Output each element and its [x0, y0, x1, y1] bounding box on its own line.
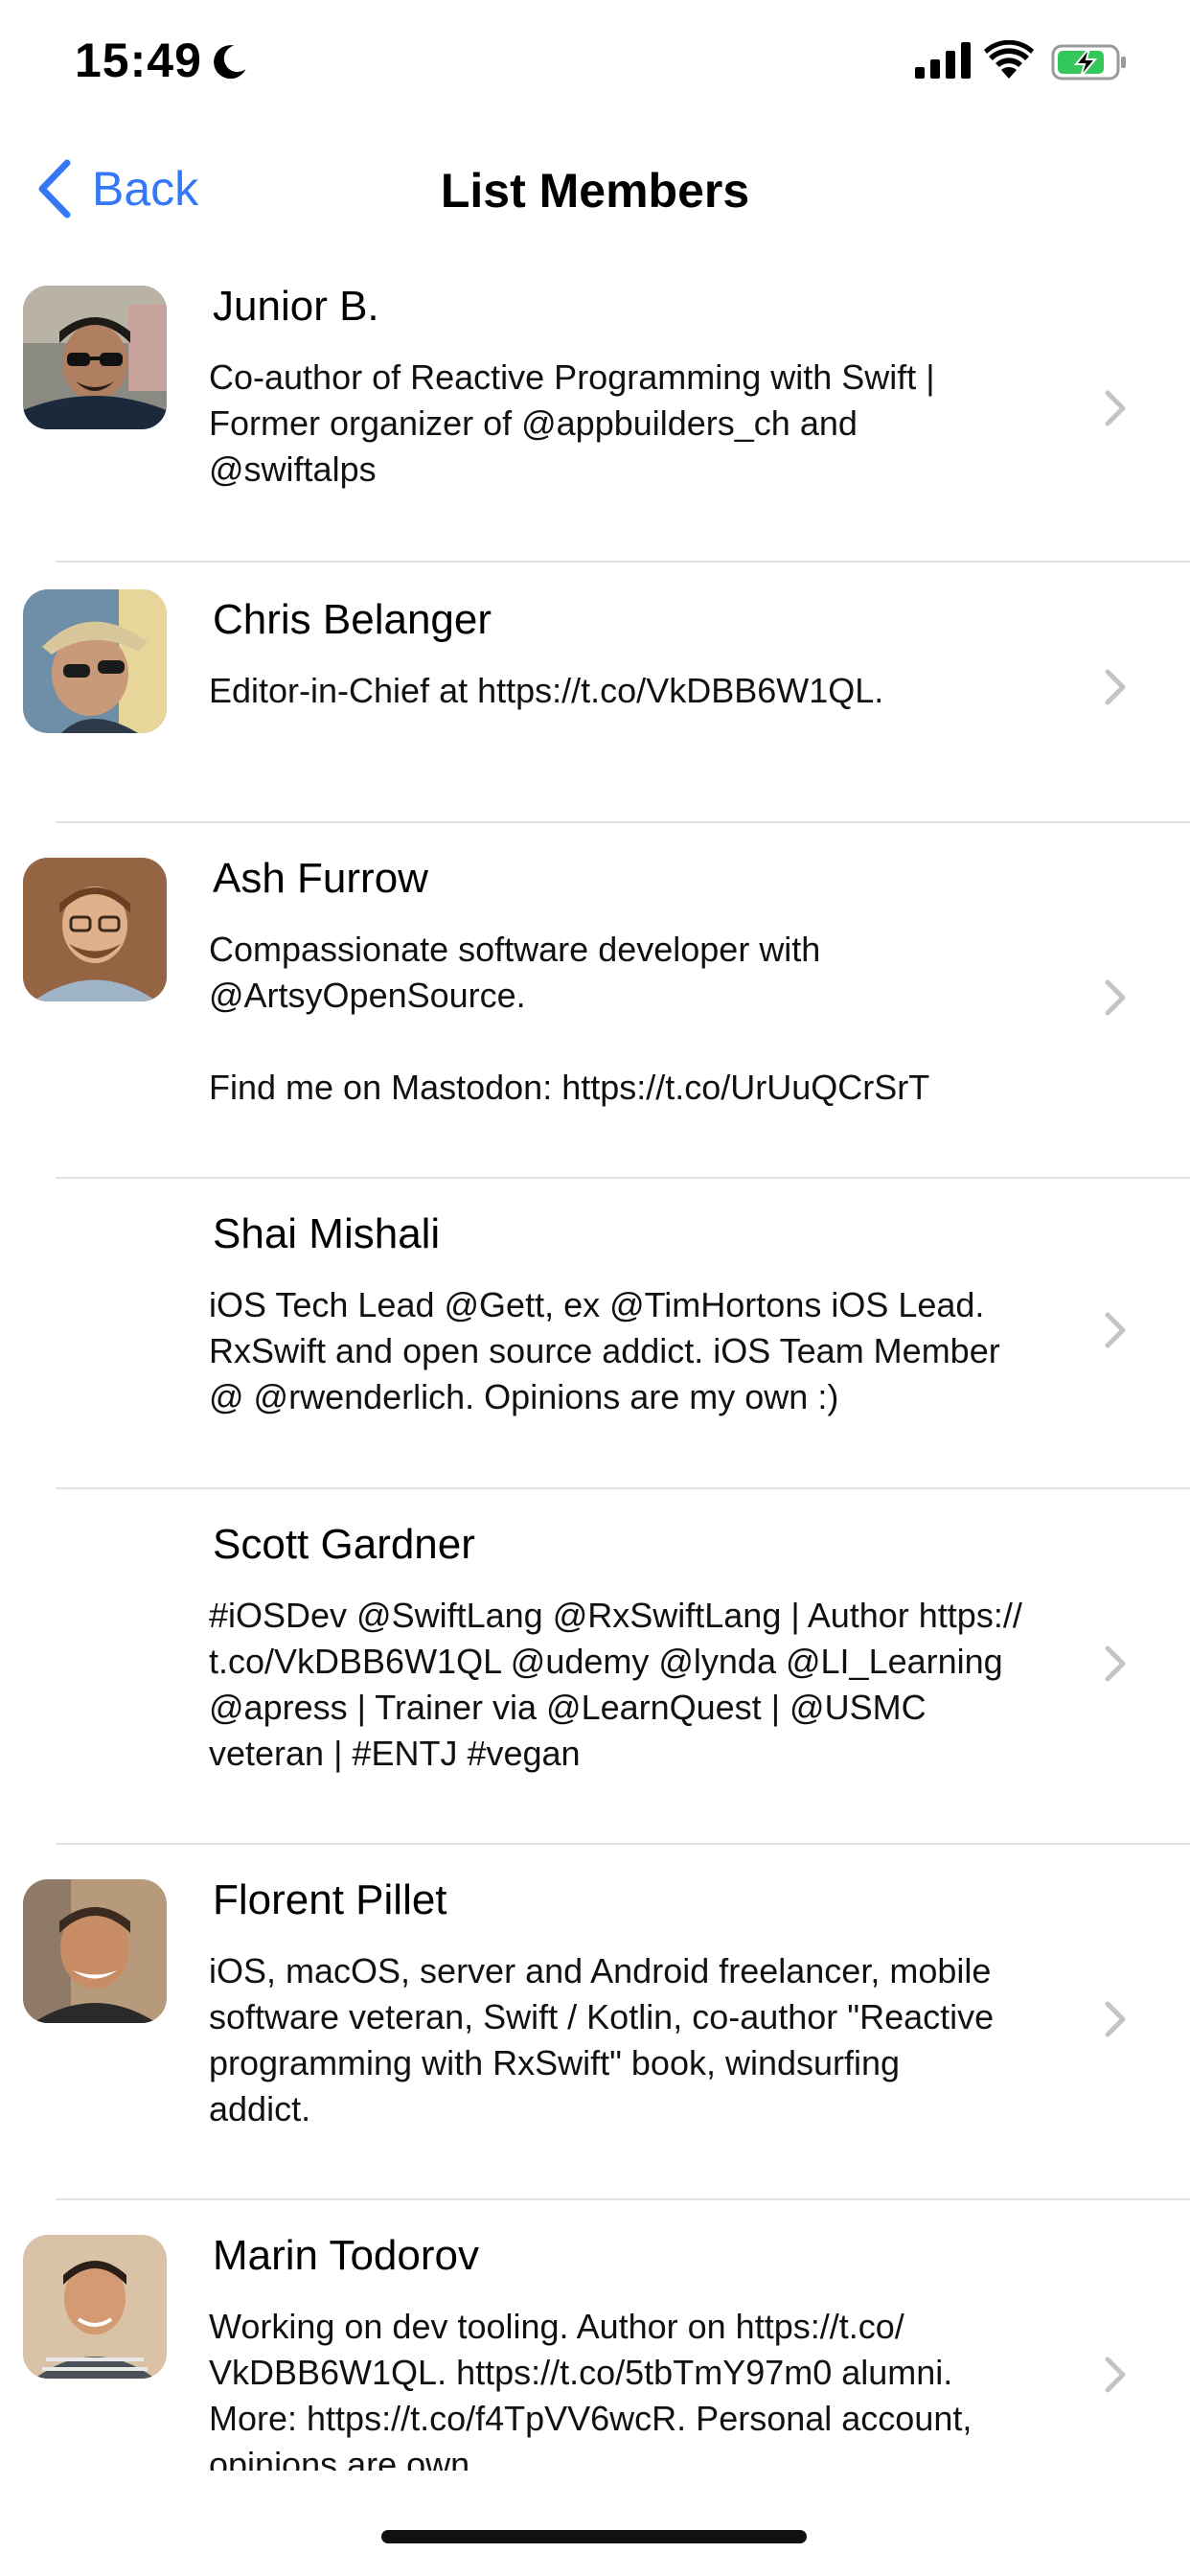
avatar: [23, 2235, 167, 2379]
battery-charging-icon: [1051, 44, 1126, 80]
member-row[interactable]: Junior B. Co-author of Reactive Programm…: [0, 280, 1190, 563]
cellular-signal-icon: [915, 42, 971, 79]
member-bio: Editor-in-Chief at https://t.co/VkDBB6W1…: [209, 671, 884, 710]
chevron-right-icon: [1105, 2001, 1126, 2037]
member-name: Ash Furrow: [213, 855, 428, 902]
member-row[interactable]: Florent Pillet iOS, macOS, server and An…: [0, 1845, 1190, 2200]
member-row[interactable]: Chris Belanger Editor-in-Chief at https:…: [0, 563, 1190, 823]
members-list[interactable]: Junior B. Co-author of Reactive Programm…: [0, 280, 1190, 2556]
avatar: [23, 589, 167, 733]
wifi-icon: [984, 40, 1034, 79]
member-bio: iOS Tech Lead @Gett, ex @TimHortons iOS …: [209, 1285, 1000, 1416]
member-row[interactable]: Scott Gardner #iOSDev @SwiftLang @RxSwif…: [0, 1489, 1190, 1845]
status-bar: 15:49: [0, 0, 1190, 125]
member-bio: iOS, macOS, server and Android freelance…: [209, 1951, 995, 2128]
member-name: Marin Todorov: [213, 2232, 479, 2279]
member-row[interactable]: Shai Mishali iOS Tech Lead @Gett, ex @Ti…: [0, 1179, 1190, 1489]
member-name: Shai Mishali: [213, 1210, 441, 1257]
moon-icon: [214, 45, 246, 80]
member-name: Junior B.: [213, 283, 379, 330]
member-name: Chris Belanger: [213, 596, 492, 643]
status-time: 15:49: [75, 34, 202, 87]
chevron-right-icon: [1105, 2357, 1126, 2393]
member-name: Florent Pillet: [213, 1876, 447, 1923]
member-bio: #iOSDev @SwiftLang @RxSwiftLang | Author…: [209, 1596, 1022, 1773]
navigation-bar: Back List Members: [0, 144, 1190, 240]
member-bio: Compassionate software developer with @A…: [209, 930, 930, 1107]
chevron-right-icon: [1105, 390, 1126, 426]
chevron-right-icon: [1105, 979, 1126, 1016]
chevron-right-icon: [1105, 1312, 1126, 1348]
member-bio: Working on dev tooling. Author on https:…: [209, 2307, 973, 2484]
page-title: List Members: [440, 164, 750, 218]
home-indicator[interactable]: [381, 2530, 807, 2543]
member-bio: Co-author of Reactive Programming with S…: [209, 357, 935, 489]
bottom-safe-area: [0, 2471, 1190, 2576]
avatar: [23, 286, 167, 429]
member-row[interactable]: Ash Furrow Compassionate software develo…: [0, 823, 1190, 1179]
avatar: [23, 1879, 167, 2023]
avatar: [23, 858, 167, 1001]
member-name: Scott Gardner: [213, 1521, 475, 1568]
chevron-right-icon: [1105, 1645, 1126, 1682]
chevron-right-icon: [1105, 669, 1126, 705]
